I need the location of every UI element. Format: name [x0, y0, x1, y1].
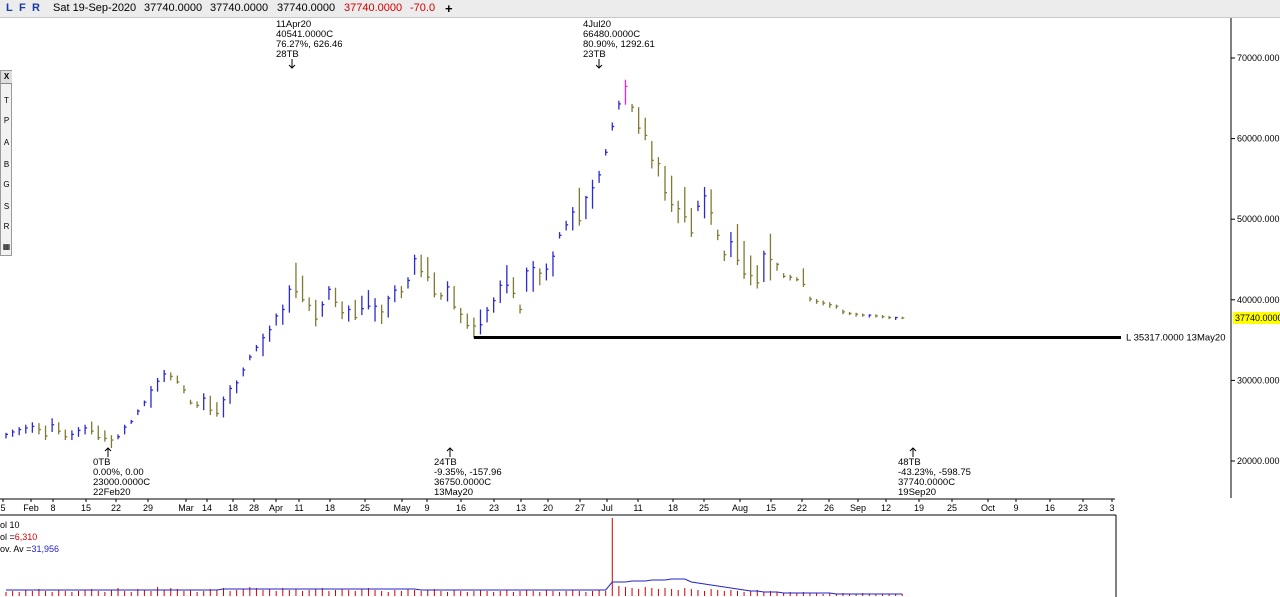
volume-average-line: ov. Av =31,956 — [0, 544, 59, 554]
x-tick-label: 27 — [575, 503, 585, 513]
x-tick-label: 25 — [360, 503, 370, 513]
x-tick-label: 9 — [424, 503, 429, 513]
bar-change: -70.0 — [410, 2, 436, 14]
x-tick-label: Oct — [981, 503, 996, 513]
x-tick-label: 15 — [766, 503, 776, 513]
x-tick-label: 18 — [325, 503, 335, 513]
x-tick-label: 22 — [111, 503, 121, 513]
high-apr-annotation-line: 28TB — [276, 49, 299, 60]
low-may-annotation-line: 13May20 — [434, 487, 473, 498]
x-tick-label: 16 — [1045, 503, 1055, 513]
x-tick-label: 16 — [456, 503, 466, 513]
x-axis: 5 Feb 8 15 22 29 Mar 14 18 28 Apr 11 18 25 May 9 16 23 13 2… — [0, 498, 1115, 513]
x-tick-label: 26 — [824, 503, 834, 513]
y-tick-label: 30000.000 — [1237, 375, 1280, 385]
x-tick-label: 13 — [516, 503, 526, 513]
volume-title: ol 10 — [0, 520, 20, 530]
bar-high: 37740.0000 — [210, 2, 269, 14]
x-tick-label: 19 — [914, 503, 924, 513]
y-tick-label: 50000.000 — [1237, 214, 1280, 224]
bar-open: 37740.0000 — [144, 2, 203, 14]
y-tick-label: 60000.000 — [1237, 134, 1280, 144]
x-tick-label: 29 — [143, 503, 153, 513]
x-tick-label: 25 — [699, 503, 709, 513]
top-toolbar: L F R Sat 19-Sep-2020 37740.0000 37740.0… — [0, 0, 1280, 18]
volume-label: ol = — [0, 532, 15, 542]
x-tick-label: 11 — [294, 503, 303, 513]
x-tick-label: Jul — [601, 503, 613, 513]
bar-low: 37740.0000 — [277, 2, 336, 14]
x-tick-label: 14 — [202, 503, 212, 513]
x-tick-label: 3 — [1109, 503, 1114, 513]
x-tick-label: Feb — [23, 503, 39, 513]
y-tick-label: 40000.000 — [1237, 295, 1280, 305]
x-tick-label: 22 — [797, 503, 807, 513]
bar-date: Sat 19-Sep-2020 — [53, 2, 137, 14]
x-tick-label: 8 — [50, 503, 55, 513]
high-jul-annotation-line: 23TB — [583, 49, 606, 60]
x-tick-label: 18 — [228, 503, 238, 513]
price-chart[interactable]: L 35317.0000 13May20 11Apr2040541.0000C7… — [0, 18, 1280, 597]
x-tick-label: Sep — [850, 503, 866, 513]
x-tick-label: 18 — [668, 503, 678, 513]
x-tick-label: 23 — [489, 503, 499, 513]
price-bars — [5, 79, 905, 449]
x-tick-label: 15 — [81, 503, 91, 513]
x-tick-label: May — [393, 503, 411, 513]
volume-panel: ol 10 ol =6,310 ov. Av =31,956 — [0, 514, 1117, 597]
fullscreen-mode-button[interactable]: F — [19, 0, 26, 17]
low-feb-annotation-line: 22Feb20 — [93, 487, 131, 498]
y-tick-label: 70000.000 — [1237, 53, 1280, 63]
y-axis: 70000.000 60000.000 50000.000 40000.000 3000… — [1230, 18, 1280, 498]
volume-average-label: ov. Av = — [0, 544, 31, 554]
y-tick-label: 20000.000 — [1237, 456, 1280, 466]
volume-average-value: 31,956 — [31, 544, 59, 554]
x-tick-label: Aug — [732, 503, 748, 513]
plus-icon[interactable]: + — [445, 0, 453, 17]
volume-value-line: ol =6,310 — [0, 532, 37, 542]
bar-close: 37740.0000 — [344, 2, 403, 14]
line-mode-button[interactable]: L — [6, 0, 13, 17]
x-tick-label: 25 — [947, 503, 957, 513]
refresh-mode-button[interactable]: R — [32, 0, 40, 17]
x-tick-label: 5 — [0, 503, 5, 513]
x-tick-label: 23 — [1078, 503, 1088, 513]
volume-value: 6,310 — [15, 532, 38, 542]
price-annotations: 11Apr2040541.0000C76.27%, 626.4628TB4Jul… — [93, 19, 971, 498]
x-tick-label: 11 — [633, 503, 642, 513]
x-tick-label: 28 — [249, 503, 259, 513]
x-tick-label: 9 — [1013, 503, 1018, 513]
x-tick-label: 20 — [543, 503, 553, 513]
x-tick-label: Mar — [178, 503, 194, 513]
x-tick-label: 12 — [881, 503, 891, 513]
last-sep-annotation-line: 19Sep20 — [898, 487, 936, 498]
support-line-label: L 35317.0000 13May20 — [1126, 333, 1225, 344]
x-tick-label: Apr — [269, 503, 283, 513]
last-price-label: 37740.0000 — [1235, 313, 1280, 323]
volume-bars — [5, 518, 903, 596]
